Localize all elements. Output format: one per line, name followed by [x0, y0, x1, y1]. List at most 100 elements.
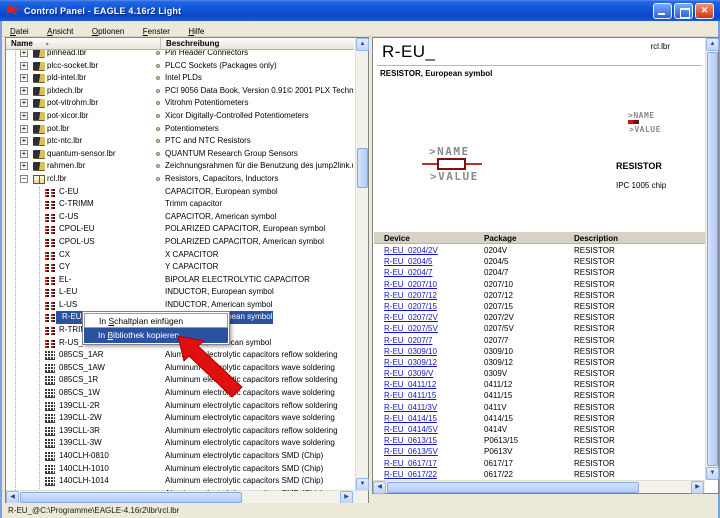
detail-vertical-scrollbar[interactable]: ▲ ▼ [705, 38, 718, 480]
device-link[interactable]: R-EU_0207/10 [384, 279, 437, 290]
tree-row[interactable]: pot.lbr Potentiometers [6, 123, 354, 136]
context-menu-item[interactable]: In Schaltplan einfügen [84, 313, 228, 328]
menu-item-text: ibliothek kopieren [113, 330, 179, 340]
expand-toggle-icon[interactable] [20, 50, 28, 57]
title-bar[interactable]: Control Panel - EAGLE 4.16r2 Light [0, 0, 720, 21]
tree-row[interactable]: rahmen.lbr Zeichnungsrahmen für die Benu… [6, 160, 354, 173]
tree-vscroll-thumb[interactable] [357, 148, 368, 188]
scroll-up-icon[interactable]: ▲ [356, 38, 369, 51]
device-detail-panel: R-EU_ rcl.lbr RESISTOR, European symbol … [372, 37, 719, 494]
expand-toggle-icon[interactable] [20, 74, 28, 82]
tree-row[interactable]: quantum-sensor.lbr QUANTUM Research Grou… [6, 148, 354, 161]
device-link[interactable]: R-EU_0411/15 [384, 390, 436, 401]
device-link[interactable]: R-EU_0204/2V [384, 245, 438, 256]
tree-row[interactable]: 139CLL-2R Aluminum electrolytic capacito… [6, 400, 354, 413]
tree-row[interactable]: 085CS_1AW Aluminum electrolytic capacito… [6, 362, 354, 375]
scroll-down-icon[interactable]: ▼ [706, 467, 719, 480]
description-cell: RESISTOR [574, 245, 615, 256]
expand-toggle-icon[interactable] [20, 162, 28, 170]
device-link[interactable]: R-EU_0414/15 [384, 413, 437, 424]
tree-row[interactable]: 140CLH-1010 Aluminum electrolytic capaci… [6, 463, 354, 476]
device-link[interactable]: R-EU_0617/17 [384, 458, 437, 469]
device-link[interactable]: R-EU_0617/22 [384, 469, 437, 480]
scroll-right-icon[interactable]: ▶ [691, 481, 704, 494]
tree-row[interactable]: ptc-ntc.lbr PTC and NTC Resistors [6, 135, 354, 148]
expand-toggle-icon[interactable] [20, 150, 28, 158]
tree-row[interactable]: pld-intel.lbr Intel PLDs [6, 72, 354, 85]
description-cell: RESISTOR [574, 279, 615, 290]
tree-row[interactable]: 140CLH-1014 Aluminum electrolytic capaci… [6, 475, 354, 488]
tree-row[interactable]: 139CLL-3W Aluminum electrolytic capacito… [6, 437, 354, 450]
tree-horizontal-scrollbar[interactable]: ◀ ▶ [6, 490, 368, 503]
expand-toggle-icon[interactable] [20, 125, 28, 133]
minimize-button[interactable] [653, 3, 672, 19]
tree-row[interactable]: 085CS_1AR Aluminum electrolytic capacito… [6, 349, 354, 362]
tree-row[interactable]: 139CLL-3R Aluminum electrolytic capacito… [6, 425, 354, 438]
scroll-up-icon[interactable]: ▲ [706, 38, 719, 51]
tree-row[interactable]: CY Y CAPACITOR [6, 261, 354, 274]
device-link[interactable]: R-EU_0309/10 [384, 346, 437, 357]
library-item-icon [45, 427, 55, 436]
device-link[interactable]: R-EU_0207/5V [384, 323, 438, 334]
device-link[interactable]: R-EU_0207/15 [384, 301, 437, 312]
device-link[interactable]: R-EU_0207/2V [384, 312, 438, 323]
expand-toggle-icon[interactable] [20, 62, 28, 70]
package-cell: 0204/7 [484, 267, 508, 278]
device-link[interactable]: R-EU_0411/12 [384, 379, 436, 390]
tree-row[interactable]: C-TRIMM Trimm capacitor [6, 198, 354, 211]
column-header-name[interactable]: Name▲ [6, 38, 161, 50]
scroll-left-icon[interactable]: ◀ [373, 481, 386, 494]
tree-row[interactable]: L-US INDUCTOR, American symbol [6, 299, 354, 312]
tree-row[interactable]: pot-xicor.lbr Xicor Digitally-Controlled… [6, 110, 354, 123]
detail-horizontal-scrollbar[interactable]: ◀ ▶ [373, 480, 705, 493]
tree-row[interactable]: rcl.lbr Resistors, Capacitors, Inductors [6, 173, 354, 186]
tree-row[interactable]: EL- BIPOLAR ELECTROLYTIC CAPACITOR [6, 274, 354, 287]
tree-row[interactable]: C-EU CAPACITOR, European symbol [6, 186, 354, 199]
tree-row[interactable]: L-EU INDUCTOR, European symbol [6, 286, 354, 299]
package-cell: 0207/12 [484, 290, 513, 301]
device-link[interactable]: R-EU_0613/15 [384, 435, 437, 446]
device-link[interactable]: R-EU_0207/7 [384, 335, 432, 346]
tree-row[interactable]: CPOL-US POLARIZED CAPACITOR, American sy… [6, 236, 354, 249]
detail-hscroll-thumb[interactable] [387, 482, 639, 493]
tree-row[interactable]: 085CS_1R Aluminum electrolytic capacitor… [6, 374, 354, 387]
expand-toggle-icon[interactable] [20, 137, 28, 145]
close-button[interactable] [695, 3, 714, 19]
device-link[interactable]: R-EU_0207/12 [384, 290, 437, 301]
column-header-description[interactable]: Beschreibung [161, 38, 219, 50]
expand-toggle-icon[interactable] [20, 99, 28, 107]
tree-row[interactable]: pot-vitrohm.lbr Vitrohm Potentiometers [6, 97, 354, 110]
tree-row-description: CAPACITOR, European symbol [165, 186, 353, 199]
device-link[interactable]: R-EU_0309/V [384, 368, 433, 379]
device-link[interactable]: R-EU_0204/5 [384, 256, 432, 267]
device-link[interactable]: R-EU_0411/3V [384, 402, 437, 413]
context-menu: In Schaltplan einfügen In Bibliothek kop… [82, 311, 230, 345]
tree-row[interactable]: plcc-socket.lbr PLCC Sockets (Packages o… [6, 60, 354, 73]
tree-row[interactable]: CPOL-EU POLARIZED CAPACITOR, European sy… [6, 223, 354, 236]
library-item-icon [33, 137, 45, 146]
context-menu-item[interactable]: In Bibliothek kopieren [84, 328, 228, 343]
symbol-value-placeholder: >VALUE [430, 170, 479, 183]
tree-vertical-scrollbar[interactable]: ▲ ▼ [355, 38, 368, 491]
tree-row[interactable]: pinhead.lbr Pin Header Connectors [6, 50, 354, 60]
tree-row-name: 085CS_1AR [59, 349, 103, 362]
tree-row[interactable]: 140CLH-0810 Aluminum electrolytic capaci… [6, 450, 354, 463]
tree-hscroll-thumb[interactable] [20, 492, 242, 503]
device-link[interactable]: R-EU_0613/5V [384, 446, 438, 457]
device-link[interactable]: R-EU_0309/12 [384, 357, 437, 368]
device-link[interactable]: R-EU_0204/7 [384, 267, 432, 278]
library-item-icon [45, 313, 55, 322]
table-row: R-EU_0613/15 P0613/15 RESISTOR [374, 435, 705, 446]
tree-row[interactable]: plxtech.lbr PCI 9056 Data Book, Version … [6, 85, 354, 98]
expand-toggle-icon[interactable] [20, 175, 28, 183]
tree-row[interactable]: C-US CAPACITOR, American symbol [6, 211, 354, 224]
device-link[interactable]: R-EU_0414/5V [384, 424, 438, 435]
tree-row[interactable]: 085CS_1W Aluminum electrolytic capacitor… [6, 387, 354, 400]
expand-toggle-icon[interactable] [20, 87, 28, 95]
detail-vscroll-thumb[interactable] [707, 52, 718, 466]
restore-button[interactable] [674, 3, 693, 19]
library-item-icon [45, 465, 55, 474]
tree-row[interactable]: 139CLL-2W Aluminum electrolytic capacito… [6, 412, 354, 425]
tree-row[interactable]: CX X CAPACITOR [6, 249, 354, 262]
expand-toggle-icon[interactable] [20, 112, 28, 120]
